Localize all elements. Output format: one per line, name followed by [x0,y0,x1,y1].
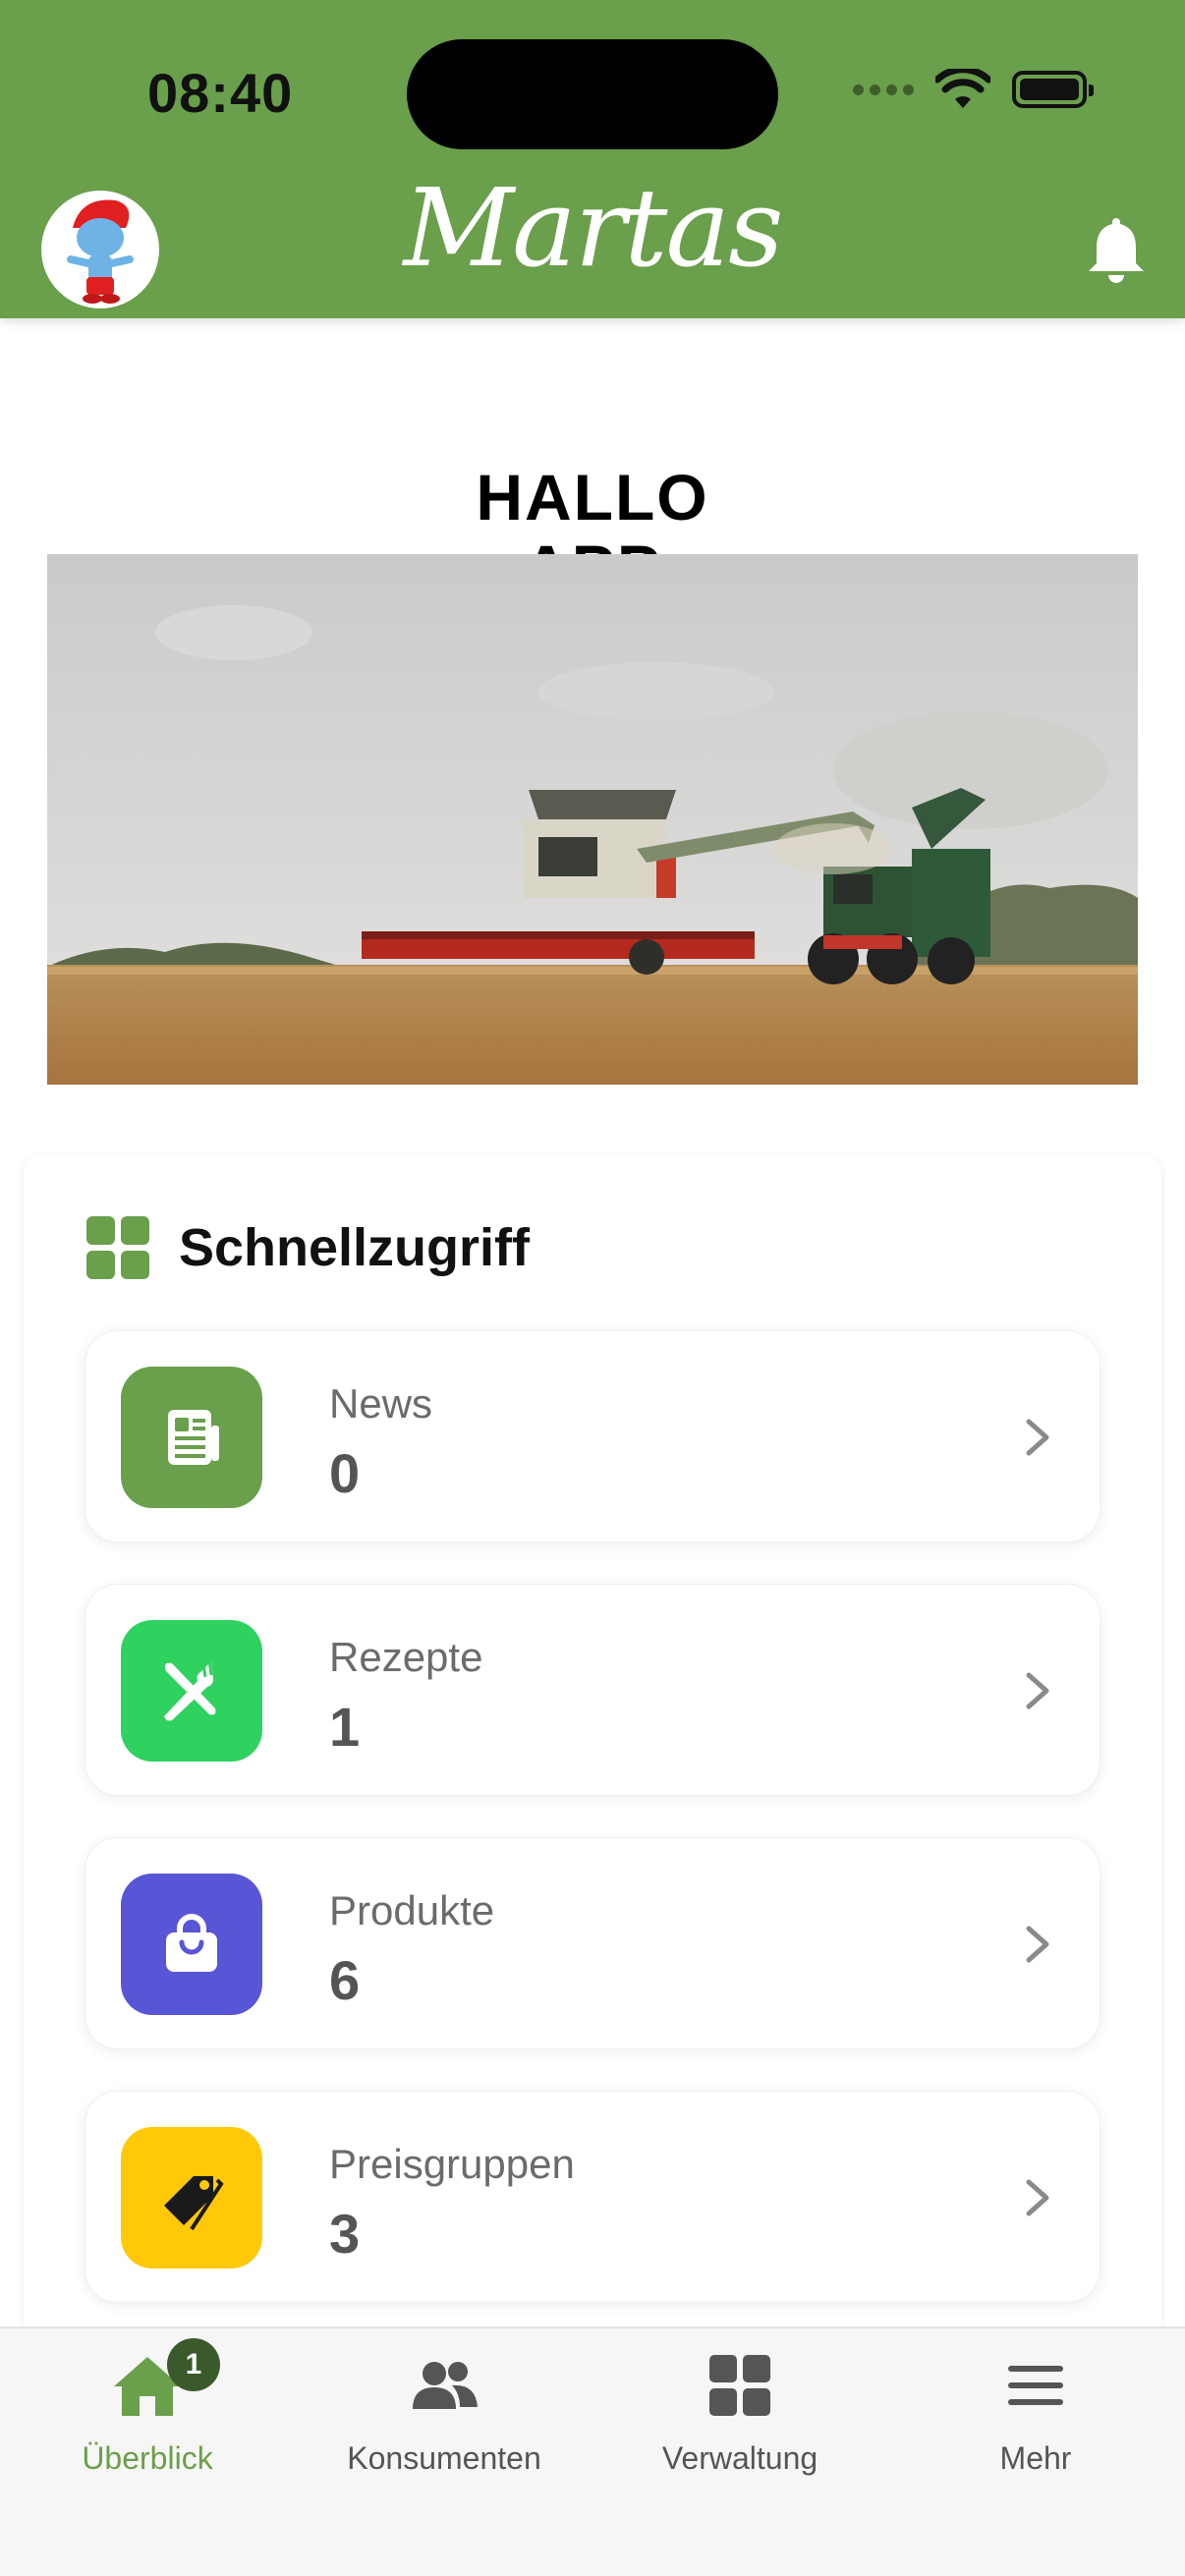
quick-access-item-news[interactable]: News 0 [85,1330,1100,1542]
chevron-right-icon [1026,2179,1049,2216]
quick-access-label: Preisgruppen [329,2141,575,2187]
chevron-right-icon [1026,1926,1049,1963]
quick-access-label: News [329,1380,433,1427]
notification-bell-icon[interactable] [1085,214,1148,287]
battery-icon [1012,71,1094,108]
menu-icon [996,2346,1075,2425]
quick-access-count: 1 [329,1696,361,1758]
brand-logo: Martas [403,165,783,291]
quick-access-grid-icon [86,1216,149,1279]
tab-konsumenten[interactable]: Konsumenten [297,2346,592,2493]
grid-icon [701,2346,779,2425]
status-time: 08:40 [147,62,294,124]
dynamic-island [407,39,778,149]
newspaper-icon [121,1367,262,1508]
fork-knife-icon [121,1620,262,1762]
hero-title-line-1: HALLO [476,461,709,533]
home-icon: 1 [108,2338,220,2425]
profile-avatar[interactable] [41,191,159,308]
tab-verwaltung[interactable]: Verwaltung [592,2346,887,2493]
quick-access-item-produkte[interactable]: Produkte 6 [85,1837,1100,2049]
price-tag-icon [121,2127,262,2268]
bottom-tab-bar: 1 Überblick Konsumenten Verwaltung Mehr [0,2326,1185,2576]
status-icons [853,69,1094,110]
brand-name: Martas [403,165,783,291]
quick-access-count: 0 [329,1442,361,1504]
quick-access-title: Schnellzugriff [179,1218,531,1277]
quick-access-label: Produkte [329,1887,495,1933]
chevron-right-icon [1026,1419,1049,1456]
tab-mehr[interactable]: Mehr [888,2346,1183,2493]
tab-ueberblick[interactable]: 1 Überblick [0,2338,295,2493]
quick-access-item-rezepte[interactable]: Rezepte 1 [85,1584,1100,1796]
cellular-signal-icon [853,84,914,95]
chevron-right-icon [1026,1672,1049,1709]
quick-access-count: 6 [329,1949,361,2011]
smurf-avatar-icon [67,199,134,304]
quick-access-item-preisgruppen[interactable]: Preisgruppen 3 [85,2091,1100,2303]
app-header: 08:40 Martas [0,0,1185,318]
notification-badge: 1 [167,2338,220,2391]
quick-access-header: Schnellzugriff [86,1216,530,1279]
tab-label: Überblick [82,2440,213,2476]
tab-label: Konsumenten [347,2440,541,2476]
tab-label: Verwaltung [661,2440,818,2476]
wifi-icon [935,69,990,108]
users-icon [405,2346,483,2425]
tab-label: Mehr [999,2440,1072,2476]
quick-access-count: 3 [329,2203,361,2265]
quick-access-label: Rezepte [329,1634,483,1680]
hero-image-harvest [47,554,1138,1085]
shopping-bag-icon [121,1874,262,2015]
